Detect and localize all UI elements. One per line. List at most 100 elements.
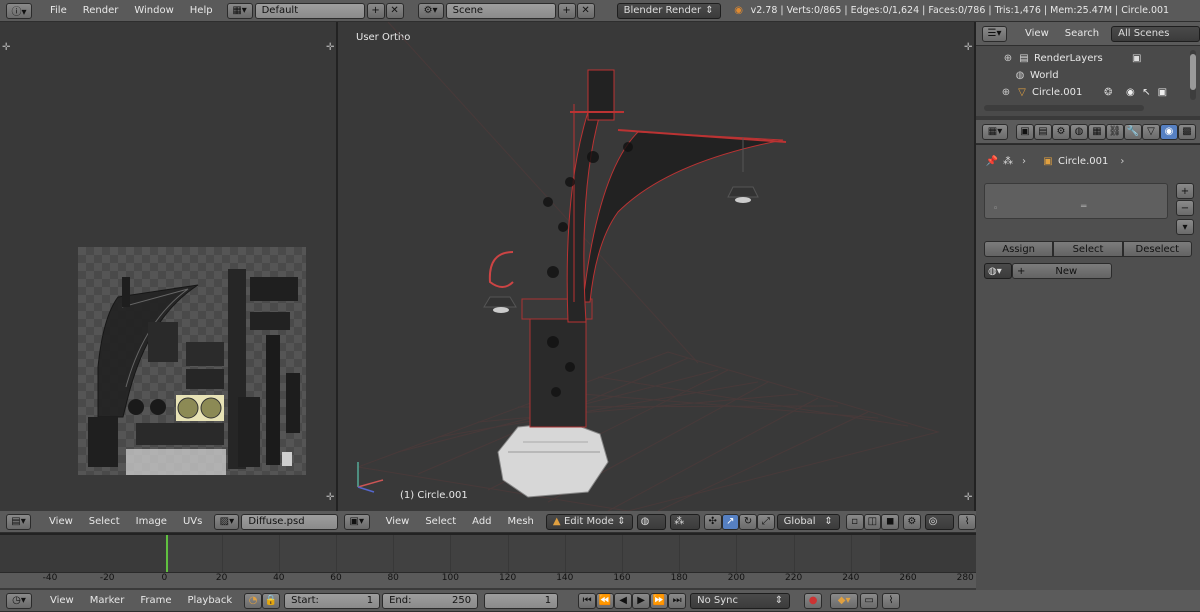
transform-orientation-select[interactable]: Global ⇕ bbox=[776, 513, 840, 530]
outliner-row[interactable]: ⊕ ▤ RenderLayers ▣ bbox=[1000, 50, 1145, 66]
snap-icon[interactable]: ⌇ bbox=[958, 513, 976, 530]
play-reverse-icon[interactable]: ◀ bbox=[614, 592, 633, 609]
add-slot-icon[interactable]: + bbox=[1176, 183, 1194, 199]
material-tab-icon[interactable]: ◉ bbox=[1160, 123, 1178, 140]
preview-range-icon[interactable]: ◔ bbox=[244, 592, 263, 609]
data-tab-icon[interactable]: ▽ bbox=[1142, 123, 1160, 140]
jump-keyframe-prev-icon[interactable]: ⏪ bbox=[596, 592, 615, 609]
camera-render-icon[interactable]: ▣ bbox=[1154, 84, 1170, 100]
3d-viewport[interactable]: User Ortho ✛ ✛ (1) Circle.001 bbox=[338, 22, 976, 511]
uv-menu-image[interactable]: Image bbox=[128, 516, 175, 527]
menu-help[interactable]: Help bbox=[182, 5, 221, 16]
pin-icon[interactable]: 📌 bbox=[984, 153, 1000, 169]
image-name-field[interactable]: Diffuse.psd bbox=[241, 513, 338, 530]
play-icon[interactable]: ▶ bbox=[632, 592, 651, 609]
material-slot-list[interactable]: ◦ ═ bbox=[984, 183, 1168, 219]
new-material-button[interactable]: + New bbox=[1012, 263, 1112, 279]
world-tab-icon[interactable]: ◍ bbox=[1070, 123, 1088, 140]
edge-select-icon[interactable]: ◫ bbox=[863, 513, 882, 530]
resize-dot-icon[interactable]: ◦ bbox=[993, 204, 998, 214]
slot-menu-icon[interactable]: ▾ bbox=[1176, 219, 1194, 235]
sync-select[interactable]: No Sync ⇕ bbox=[690, 592, 791, 609]
outliner-menu-search[interactable]: Search bbox=[1057, 28, 1107, 39]
add-screen-icon[interactable]: + bbox=[366, 2, 385, 19]
vp-menu-mesh[interactable]: Mesh bbox=[500, 516, 542, 527]
vp-menu-view[interactable]: View bbox=[378, 516, 418, 527]
start-frame-field[interactable]: Start: 1 bbox=[284, 592, 381, 609]
material-browse-select[interactable]: ◍▾ bbox=[984, 263, 1012, 279]
vertex-select-icon[interactable]: ▫ bbox=[845, 513, 864, 530]
screen-layout-field[interactable]: Default bbox=[254, 2, 365, 19]
info-editor-type-icon[interactable]: ⓘ▾ bbox=[6, 2, 32, 19]
add-scene-icon[interactable]: + bbox=[557, 2, 576, 19]
menu-window[interactable]: Window bbox=[126, 5, 181, 16]
uv-menu-view[interactable]: View bbox=[41, 516, 81, 527]
editor-type-icon[interactable]: ▤▾ bbox=[6, 513, 32, 530]
scene-icon[interactable]: ⚙▾ bbox=[417, 2, 444, 19]
mode-select[interactable]: ▲ Edit Mode ⇕ bbox=[545, 513, 633, 530]
menu-file[interactable]: File bbox=[42, 5, 75, 16]
texture-tab-icon[interactable]: ▩ bbox=[1178, 123, 1196, 140]
jump-end-icon[interactable]: ⏭ bbox=[668, 592, 687, 609]
modifiers-tab-icon[interactable]: 🔧 bbox=[1124, 123, 1142, 140]
remove-screen-icon[interactable]: ✕ bbox=[385, 2, 404, 19]
keying-set-icon[interactable]: ◆▾ bbox=[830, 592, 859, 609]
limit-selection-icon[interactable]: ⚙ bbox=[902, 513, 921, 530]
image-browse-icon[interactable]: ▨▾ bbox=[214, 513, 240, 530]
outliner-menu-view[interactable]: View bbox=[1017, 28, 1057, 39]
deselect-button[interactable]: Deselect bbox=[1122, 241, 1192, 257]
pivot-select[interactable]: ⁂ bbox=[670, 513, 700, 530]
lock-icon[interactable]: 🔒 bbox=[262, 592, 281, 609]
scale-manipulator-icon[interactable]: ⤢ bbox=[756, 513, 775, 530]
face-select-icon[interactable]: ◼ bbox=[881, 513, 899, 530]
end-frame-field[interactable]: End: 250 bbox=[382, 592, 479, 609]
cursor-icon[interactable]: ↖ bbox=[1138, 84, 1154, 100]
area-corner-icon[interactable]: ✛ bbox=[326, 492, 334, 503]
select-button[interactable]: Select bbox=[1053, 241, 1123, 257]
outliner-row[interactable]: ◍ World bbox=[1012, 67, 1059, 83]
tl-menu-frame[interactable]: Frame bbox=[132, 595, 179, 606]
uv-menu-uvs[interactable]: UVs bbox=[175, 516, 210, 527]
constraints-tab-icon[interactable]: ⛓ bbox=[1106, 123, 1124, 140]
outliner-vscroll-thumb[interactable] bbox=[1190, 54, 1196, 90]
keyframe-type-icon[interactable]: ⌇ bbox=[882, 592, 901, 609]
editor-type-icon[interactable]: ▣▾ bbox=[344, 513, 370, 530]
editor-type-icon[interactable]: ◷▾ bbox=[6, 592, 32, 609]
rotate-manipulator-icon[interactable]: ↻ bbox=[739, 513, 757, 530]
tl-menu-marker[interactable]: Marker bbox=[82, 595, 133, 606]
remove-slot-icon[interactable]: − bbox=[1176, 200, 1194, 216]
timeline-ruler[interactable]: -40 -20 0 20 40 60 80 100 120 140 160 180 200 220 240 2… bbox=[0, 572, 976, 588]
assign-button[interactable]: Assign bbox=[984, 241, 1054, 257]
uv-texture-image[interactable] bbox=[78, 247, 306, 475]
record-icon[interactable]: ● bbox=[804, 592, 823, 609]
area-corner-icon[interactable]: ✛ bbox=[326, 42, 334, 53]
list-resize-grip-icon[interactable]: ═ bbox=[1081, 202, 1086, 212]
render-tab-icon[interactable]: ▣ bbox=[1016, 123, 1034, 140]
translate-manipulator-icon[interactable]: ↗ bbox=[721, 513, 740, 530]
viewport-shading-select[interactable]: ◍ bbox=[636, 513, 667, 530]
outliner-vscroll[interactable] bbox=[1190, 50, 1196, 100]
object-tab-icon[interactable]: ▦ bbox=[1088, 123, 1106, 140]
proportional-edit-select[interactable]: ◎ bbox=[924, 513, 955, 530]
render-engine-select[interactable]: Blender Render ⇕ bbox=[616, 2, 721, 19]
editor-type-icon[interactable]: ☰▾ bbox=[982, 25, 1008, 42]
vp-menu-select[interactable]: Select bbox=[417, 516, 464, 527]
current-frame-field[interactable]: 1 bbox=[484, 592, 559, 609]
screen-layout-icon[interactable]: ▦▾ bbox=[226, 2, 253, 19]
menu-render[interactable]: Render bbox=[75, 5, 127, 16]
editor-type-icon[interactable]: ▦▾ bbox=[982, 123, 1008, 140]
manipulator-toggle-icon[interactable]: ✣ bbox=[703, 513, 722, 530]
uv-image-editor[interactable]: ✛ ✛ ✛ bbox=[0, 22, 338, 511]
tl-menu-view[interactable]: View bbox=[42, 595, 82, 606]
remove-scene-icon[interactable]: ✕ bbox=[576, 2, 595, 19]
render-layers-tab-icon[interactable]: ▤ bbox=[1034, 123, 1052, 140]
area-corner-icon[interactable]: ✛ bbox=[2, 42, 10, 53]
uv-menu-select[interactable]: Select bbox=[81, 516, 128, 527]
jump-start-icon[interactable]: ⏮ bbox=[578, 592, 597, 609]
current-frame-indicator[interactable] bbox=[166, 535, 168, 574]
jump-keyframe-next-icon[interactable]: ⏩ bbox=[650, 592, 669, 609]
vp-menu-add[interactable]: Add bbox=[464, 516, 499, 527]
eye-icon[interactable]: ◉ bbox=[1122, 84, 1138, 100]
scene-field[interactable]: Scene bbox=[445, 2, 556, 19]
outliner-display-select[interactable]: All Scenes bbox=[1111, 25, 1200, 42]
